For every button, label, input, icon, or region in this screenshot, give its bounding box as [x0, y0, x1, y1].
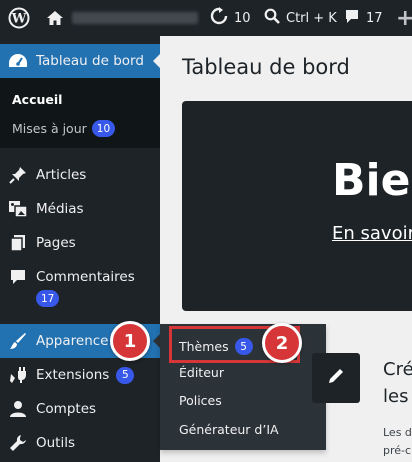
sidebar-item-articles[interactable]: Articles: [0, 158, 160, 192]
pin-icon: [0, 166, 36, 184]
flyout-item-fonts[interactable]: Polices: [179, 393, 222, 408]
comment-icon: [0, 260, 36, 286]
search-link[interactable]: Ctrl + K: [264, 0, 337, 36]
pages-icon: [0, 234, 36, 252]
create-heading: Cré les: [383, 356, 412, 410]
sidebar-item-label: Extensions: [36, 367, 110, 383]
edit-block[interactable]: [312, 353, 360, 403]
sidebar-item-label: Comptes: [36, 401, 97, 417]
extensions-badge: 5: [116, 366, 135, 384]
sidebar-item-medias[interactable]: Médias: [0, 192, 160, 226]
sidebar-item-label: Outils: [36, 435, 76, 451]
updates-link[interactable]: 10: [210, 0, 251, 36]
learn-more-link[interactable]: En savoir: [332, 223, 412, 244]
dashboard-icon: [0, 52, 36, 70]
sidebar-item-comments[interactable]: Commentaires: [0, 260, 160, 308]
wrench-icon: [0, 434, 36, 452]
sidebar-item-pages[interactable]: Pages: [0, 226, 160, 260]
sidebar-item-label: Articles: [36, 167, 87, 183]
flyout-item-ai-generator[interactable]: Générateur d’IA: [179, 422, 279, 437]
brush-icon: [0, 332, 36, 350]
dashboard-submenu: [0, 78, 160, 148]
create-text-line-1: Les d: [383, 426, 412, 439]
refresh-icon: [210, 7, 228, 29]
submenu-item-label: Mises à jour: [12, 121, 87, 136]
plugin-icon: [0, 366, 36, 384]
user-icon: [0, 400, 36, 418]
sidebar-item-dashboard[interactable]: Tableau de bord: [0, 44, 161, 78]
updates-badge: 10: [91, 120, 116, 137]
sidebar-item-extensions[interactable]: Extensions 5: [0, 358, 160, 392]
wordpress-logo-icon[interactable]: W: [8, 0, 30, 36]
updates-count: 10: [234, 10, 251, 26]
submenu-item-home[interactable]: Accueil: [12, 92, 62, 107]
welcome-heading: Bien: [332, 155, 412, 206]
comments-count: 17: [366, 10, 383, 26]
welcome-panel: Bien En savoir: [182, 101, 412, 311]
sidebar-item-label: Tableau de bord: [36, 53, 144, 69]
step-marker-2: 2: [262, 323, 302, 363]
comments-badge: 17: [36, 290, 60, 307]
create-text-line-2: pré-c: [383, 444, 412, 457]
sidebar-item-accounts[interactable]: Comptes: [0, 392, 160, 426]
sidebar-item-label: Pages: [36, 235, 76, 251]
svg-text:W: W: [11, 12, 27, 27]
sidebar-item-label: Commentaires: [36, 269, 135, 285]
flyout-item-editor[interactable]: Éditeur: [179, 365, 224, 380]
create-heading-line-2: les: [383, 386, 409, 407]
create-heading-line-1: Cré: [383, 359, 412, 380]
page-title: Tableau de bord: [182, 55, 350, 79]
sidebar-item-tools[interactable]: Outils: [0, 426, 160, 460]
create-description: Les d pré-c: [383, 424, 412, 460]
new-content-icon[interactable]: +: [396, 0, 412, 36]
submenu-item-updates[interactable]: Mises à jour 10: [12, 120, 116, 137]
comments-link[interactable]: 17: [344, 0, 383, 36]
media-icon: [0, 200, 36, 218]
admin-bar: W 10 Ctrl + K 17 +: [0, 0, 412, 36]
site-name-blurred[interactable]: [72, 12, 198, 24]
sidebar-item-label: Apparence: [36, 333, 109, 349]
search-shortcut: Ctrl + K: [286, 10, 337, 26]
sidebar-item-label: Médias: [36, 201, 84, 217]
search-icon: [264, 8, 280, 28]
pencil-icon: [327, 367, 345, 389]
step-marker-1: 1: [110, 321, 150, 361]
home-icon[interactable]: [46, 0, 64, 36]
comment-icon: [344, 8, 360, 28]
